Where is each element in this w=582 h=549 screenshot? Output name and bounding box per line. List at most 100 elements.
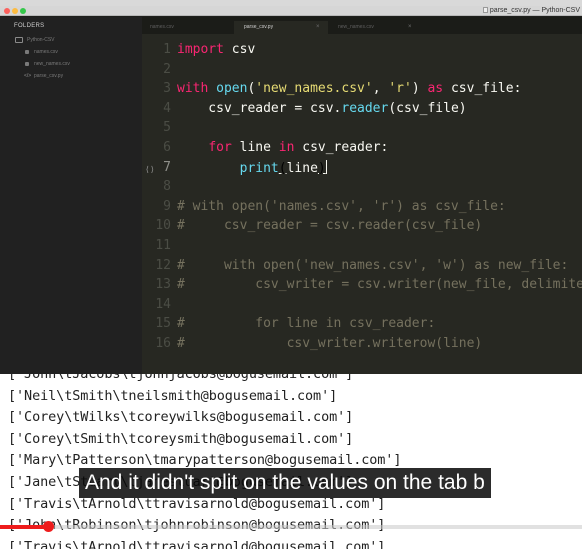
sidebar-item-label: Python-CSV	[27, 37, 55, 43]
code-token: line	[286, 160, 318, 176]
code-token: csv	[223, 42, 256, 57]
sidebar: FOLDERS Python-CSV names.csv new_names.c…	[0, 17, 142, 374]
line-number: 6	[163, 140, 171, 155]
sidebar-item-parse-csv-py[interactable]: </> parse_csv.py	[0, 71, 142, 81]
video-scrubber-handle[interactable]	[43, 521, 54, 532]
code-line: # for line in csv_reader:	[177, 316, 435, 331]
code-line: with open('new_names.csv', 'r') as csv_f…	[177, 81, 521, 96]
code-token: )	[317, 160, 326, 176]
tab-parse-csv-py[interactable]: parse_csv.py ×	[234, 21, 328, 34]
code-token: as	[427, 81, 444, 97]
tab-label: new_names.csv	[338, 24, 374, 30]
sidebar-item-python-csv[interactable]: Python-CSV	[0, 35, 142, 45]
code-token: csv_reader:	[294, 140, 389, 155]
code-token: 'new_names.csv'	[255, 81, 373, 97]
line-number: 13	[155, 277, 171, 293]
code-token: # csv_writer = csv.writer(new_file, deli…	[177, 277, 582, 293]
tab-bar: names.csv parse_csv.py × new_names.csv ×	[142, 17, 582, 34]
tab-close-icon[interactable]: ×	[408, 21, 412, 34]
line-number: 14	[155, 296, 171, 312]
code-line: print(line)	[177, 159, 327, 176]
minimize-window-button[interactable]	[12, 8, 18, 14]
output-line: ['Travis\tArnold\ttravisarnold@bogusemai…	[8, 538, 386, 549]
line-number: 5	[163, 120, 171, 136]
text-cursor	[325, 159, 327, 174]
file-icon	[25, 62, 29, 66]
file-icon	[25, 50, 29, 54]
code-token: csv_reader = csv.	[177, 100, 342, 116]
line-number: 3	[163, 81, 171, 97]
document-icon	[482, 7, 488, 13]
code-line: # with open('new_names.csv', 'w') as new…	[177, 258, 568, 273]
code-token: ,	[372, 81, 389, 97]
code-line: # csv_writer = csv.writer(new_file, deli…	[177, 277, 582, 292]
line-number: 2	[163, 61, 171, 77]
code-token: import	[177, 42, 224, 57]
code-token: (csv_file)	[388, 100, 467, 116]
tab-new-names-csv[interactable]: new_names.csv ×	[328, 21, 420, 34]
build-output-panel: ['John\tJacobs\tjohnjacobs@bogusemail.co…	[0, 374, 582, 549]
code-token: 'r'	[388, 81, 412, 97]
video-progress-fill	[0, 525, 49, 529]
code-token: # with open('new_names.csv', 'w') as new…	[177, 257, 569, 273]
sidebar-item-label: new_names.csv	[34, 61, 70, 67]
maximize-window-button[interactable]	[20, 8, 26, 14]
code-token: # with open('names.csv', 'r') as csv_fil…	[177, 198, 506, 214]
code-token: reader	[341, 100, 389, 116]
code-line: # with open('names.csv', 'r') as csv_fil…	[177, 199, 506, 214]
code-line: csv_reader = csv.reader(csv_file)	[177, 100, 467, 116]
code-token: line	[231, 140, 279, 155]
tab-close-icon[interactable]: ×	[316, 21, 320, 34]
tab-label: parse_csv.py	[244, 24, 274, 30]
output-line: ['Mary\tPatterson\tmarypatterson@bogusem…	[8, 452, 402, 469]
video-progress-bar[interactable]	[0, 525, 582, 529]
code-token: for	[208, 140, 232, 155]
code-token: open	[216, 81, 248, 97]
code-token: # csv_writer.writerow(line)	[177, 336, 483, 351]
output-line: ['Neil\tSmith\tneilsmith@bogusemail.com'…	[8, 387, 338, 404]
window-title: parse_csv.py — Python-CSV	[482, 6, 580, 16]
line-number: 8	[163, 179, 171, 195]
output-line: ['John\tJacobs\tjohnjacobs@bogusemail.co…	[8, 374, 354, 382]
sidebar-item-names-csv[interactable]: names.csv	[0, 47, 142, 57]
window-title-text: parse_csv.py — Python-CSV	[489, 7, 580, 14]
video-caption: And it didn't split on the values on the…	[79, 468, 491, 498]
python-file-icon: </>	[24, 73, 32, 79]
line-number: 1	[163, 42, 171, 57]
code-token: csv_file:	[443, 81, 522, 97]
close-window-button[interactable]	[4, 8, 10, 14]
fold-marker-icon[interactable]: ⟨⟩	[145, 165, 155, 174]
window-title-bar: parse_csv.py — Python-CSV	[0, 6, 582, 16]
line-number: 10	[155, 218, 171, 234]
code-line: for line in csv_reader:	[177, 140, 388, 155]
tab-label: names.csv	[150, 24, 174, 30]
code-token: )	[411, 81, 428, 97]
code-token: (	[278, 160, 287, 176]
line-number: 16	[155, 336, 171, 351]
line-number: 4	[163, 100, 171, 116]
line-number: 15	[155, 316, 171, 332]
code-token: # for line in csv_reader:	[177, 316, 436, 332]
tab-names-csv[interactable]: names.csv	[142, 21, 234, 34]
code-editor[interactable]: 1 2 3 4 5 6 7 8 9 10 11 12 13 14 15 16 import csv with o…	[142, 34, 582, 374]
output-line: ['Corey\tSmith\tcoreysmith@bogusemail.co…	[8, 430, 354, 447]
code-token: print	[239, 160, 279, 176]
folders-heading: FOLDERS	[14, 23, 45, 29]
sidebar-item-new-names-csv[interactable]: new_names.csv	[0, 59, 142, 69]
code-token: # csv_reader = csv.reader(csv_file)	[177, 218, 483, 234]
line-number: 12	[155, 257, 171, 273]
folder-icon	[15, 37, 23, 43]
code-line: import csv	[177, 42, 255, 57]
code-token: in	[278, 140, 295, 155]
line-number: 11	[155, 238, 171, 253]
line-number: 9	[163, 198, 171, 214]
code-token: with	[177, 81, 209, 97]
code-line: # csv_writer.writerow(line)	[177, 336, 482, 351]
sidebar-item-label: parse_csv.py	[34, 73, 64, 79]
code-line: # csv_reader = csv.reader(csv_file)	[177, 218, 482, 233]
output-line: ['Corey\tWilks\tcoreywilks@bogusemail.co…	[8, 409, 354, 426]
sidebar-item-label: names.csv	[34, 49, 58, 55]
